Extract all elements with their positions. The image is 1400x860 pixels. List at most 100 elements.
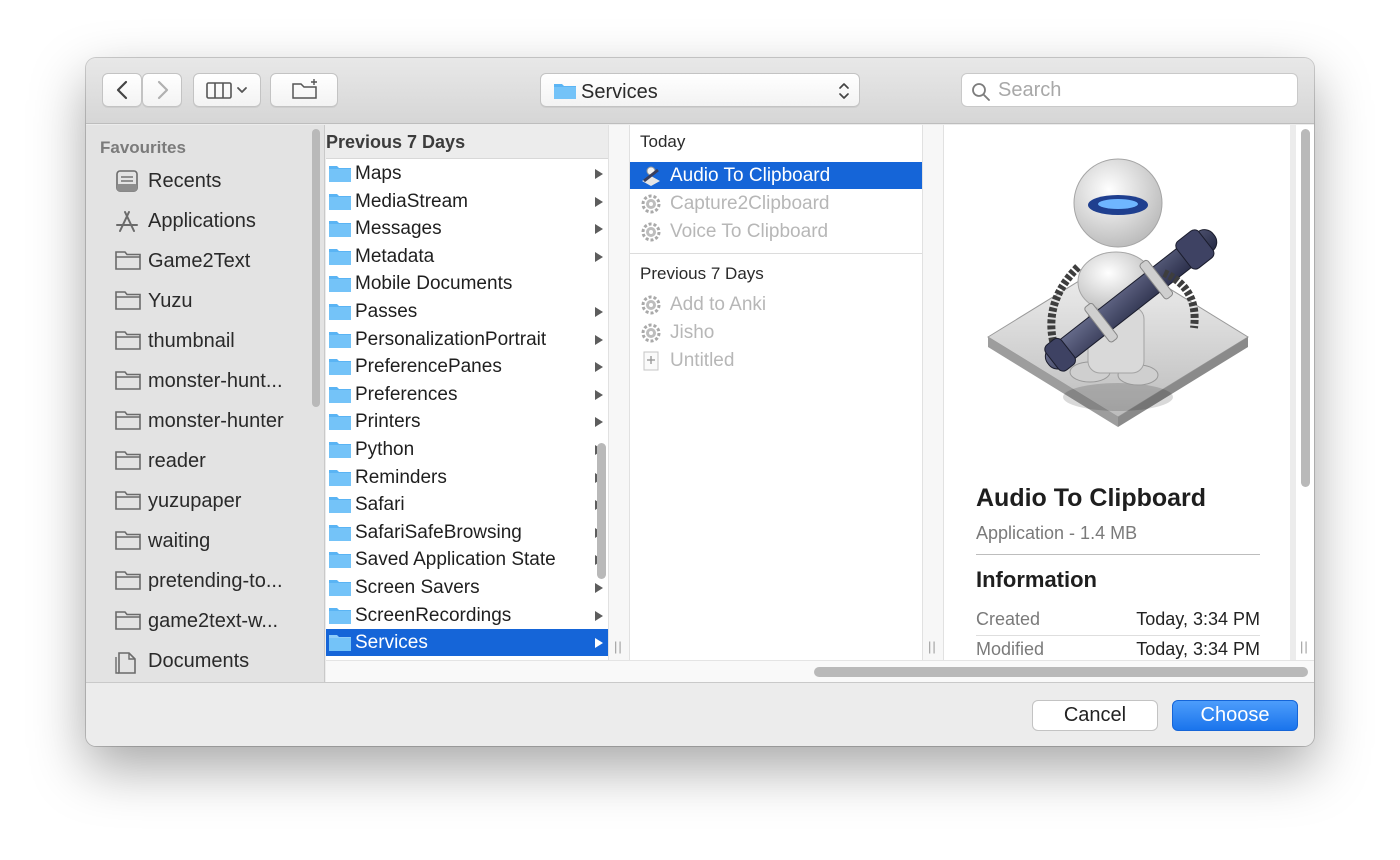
service-row[interactable]: Capture2Clipboard [630, 190, 922, 217]
disclosure-arrow-icon [595, 196, 603, 207]
folder-row-label: Python [355, 439, 415, 460]
folder-icon [329, 552, 351, 569]
service-row[interactable]: Jisho [630, 319, 922, 346]
folder-icon [115, 491, 141, 510]
folder-row[interactable]: Reminders [326, 464, 608, 491]
choose-button[interactable]: Choose [1172, 700, 1298, 731]
column-view-icon [206, 82, 247, 99]
column-1-resizer[interactable]: || [608, 125, 630, 660]
folder-row-label: Printers [355, 411, 421, 433]
service-row[interactable]: Add to Anki [630, 291, 922, 318]
disclosure-arrow-icon [595, 224, 603, 235]
disclosure-arrow-icon [595, 334, 603, 345]
sidebar-item-label: Applications [148, 210, 256, 232]
folder-row[interactable]: Saved Application State [326, 546, 608, 573]
sidebar-item[interactable]: Documents [86, 643, 316, 679]
view-mode-button[interactable] [193, 73, 261, 107]
sidebar-item-label: waiting [148, 530, 211, 552]
chevron-left-icon [116, 80, 128, 100]
folder-row[interactable]: ScreenRecordings [326, 602, 608, 629]
preview-scrollbar[interactable]: || [1296, 125, 1314, 660]
column-1-scrollbar[interactable] [597, 443, 606, 579]
folder-row[interactable]: Messages [326, 215, 608, 242]
service-row-label: Jisho [670, 322, 715, 343]
folder-row[interactable]: Maps [326, 160, 608, 187]
back-button[interactable] [102, 73, 142, 107]
horizontal-scroll-thumb[interactable] [814, 667, 1308, 677]
horizontal-scrollbar[interactable] [326, 660, 1314, 682]
forward-button[interactable] [142, 73, 182, 107]
sidebar-item[interactable]: Recents [86, 163, 316, 199]
path-popup[interactable]: Services [540, 73, 860, 107]
resize-grip-icon: || [1300, 639, 1309, 654]
folder-icon [115, 451, 141, 470]
folder-row[interactable]: Python [326, 436, 608, 463]
folder-row-label: Preferences [355, 383, 458, 405]
info-row-created: Created Today, 3:34 PM [976, 607, 1260, 635]
cancel-button[interactable]: Cancel [1032, 700, 1158, 731]
sidebar-item-label: Recents [148, 170, 222, 192]
folder-row[interactable]: PreferencePanes [326, 353, 608, 380]
resize-grip-icon: || [614, 639, 623, 654]
folder-row[interactable]: Services [326, 629, 608, 657]
sidebar-item[interactable]: Game2Text [86, 243, 316, 279]
search-field[interactable] [961, 73, 1298, 107]
folder-row[interactable]: Screen Savers [326, 574, 608, 601]
sidebar-item[interactable]: game2text-w... [86, 603, 316, 639]
disclosure-arrow-icon [595, 362, 603, 373]
column-2-resizer[interactable]: || [922, 125, 944, 660]
service-row-label: Audio To Clipboard [670, 165, 831, 186]
search-input[interactable] [998, 78, 1288, 102]
folder-row[interactable]: Safari [326, 491, 608, 518]
folder-icon [329, 607, 351, 624]
sidebar-item[interactable]: waiting [86, 523, 316, 559]
sidebar-item[interactable]: Applications [86, 203, 316, 239]
section-divider [630, 253, 922, 254]
folder-icon [115, 371, 141, 390]
folder-row[interactable]: SafariSafeBrowsing [326, 519, 608, 546]
folder-row-label: Mobile Documents [355, 273, 513, 295]
folder-row-label: Services [355, 632, 428, 654]
new-folder-button[interactable] [270, 73, 338, 107]
sidebar-item[interactable]: thumbnail [86, 323, 316, 359]
info-row-modified: Modified Today, 3:34 PM [976, 637, 1260, 660]
folder-row[interactable]: Mobile Documents [326, 270, 608, 297]
sidebar-item[interactable]: Yuzu [86, 283, 316, 319]
sidebar-item[interactable]: pretending-to... [86, 563, 316, 599]
gear-icon [641, 222, 661, 242]
folder-icon [329, 469, 351, 486]
new-folder-icon [292, 79, 317, 99]
folder-row[interactable]: Preferences [326, 381, 608, 408]
preview-scroll-thumb[interactable] [1301, 129, 1310, 487]
service-row[interactable]: Audio To Clipboard [630, 162, 922, 189]
service-row[interactable]: Untitled [630, 347, 922, 374]
preview-title: Audio To Clipboard [976, 484, 1207, 512]
sidebar-scrollbar[interactable] [312, 129, 320, 407]
recents-icon [116, 170, 138, 192]
disclosure-arrow-icon [595, 251, 603, 262]
sidebar-item[interactable]: yuzupaper [86, 483, 316, 519]
folder-icon [329, 580, 351, 596]
folder-icon [115, 251, 141, 270]
folder-row[interactable]: Passes [326, 298, 608, 325]
folder-icon [329, 497, 351, 514]
sidebar-item[interactable]: monster-hunt... [86, 363, 316, 399]
sidebar-item[interactable]: monster-hunter [86, 403, 316, 439]
folder-row-label: Reminders [355, 466, 447, 488]
info-value: Today, 3:34 PM [1136, 609, 1260, 629]
sidebar-item-label: pretending-to... [148, 570, 283, 592]
automator-app-icon [987, 158, 1249, 427]
folder-icon [329, 359, 351, 376]
folder-row[interactable]: Metadata [326, 243, 608, 270]
folder-row-label: Screen Savers [355, 577, 480, 598]
folder-row[interactable]: MediaStream [326, 188, 608, 215]
folder-icon [329, 442, 351, 458]
today-heading: Today [640, 132, 686, 151]
service-row-label: Capture2Clipboard [670, 193, 830, 214]
folder-row[interactable]: Printers [326, 408, 608, 435]
browser-column-2: Today Audio To Clipboard Capture2Clipboar… [630, 125, 922, 660]
sidebar-item[interactable]: reader [86, 443, 316, 479]
service-row[interactable]: Voice To Clipboard [630, 218, 922, 245]
folder-row[interactable]: PersonalizationPortrait [326, 326, 608, 353]
folder-icon [329, 386, 351, 403]
